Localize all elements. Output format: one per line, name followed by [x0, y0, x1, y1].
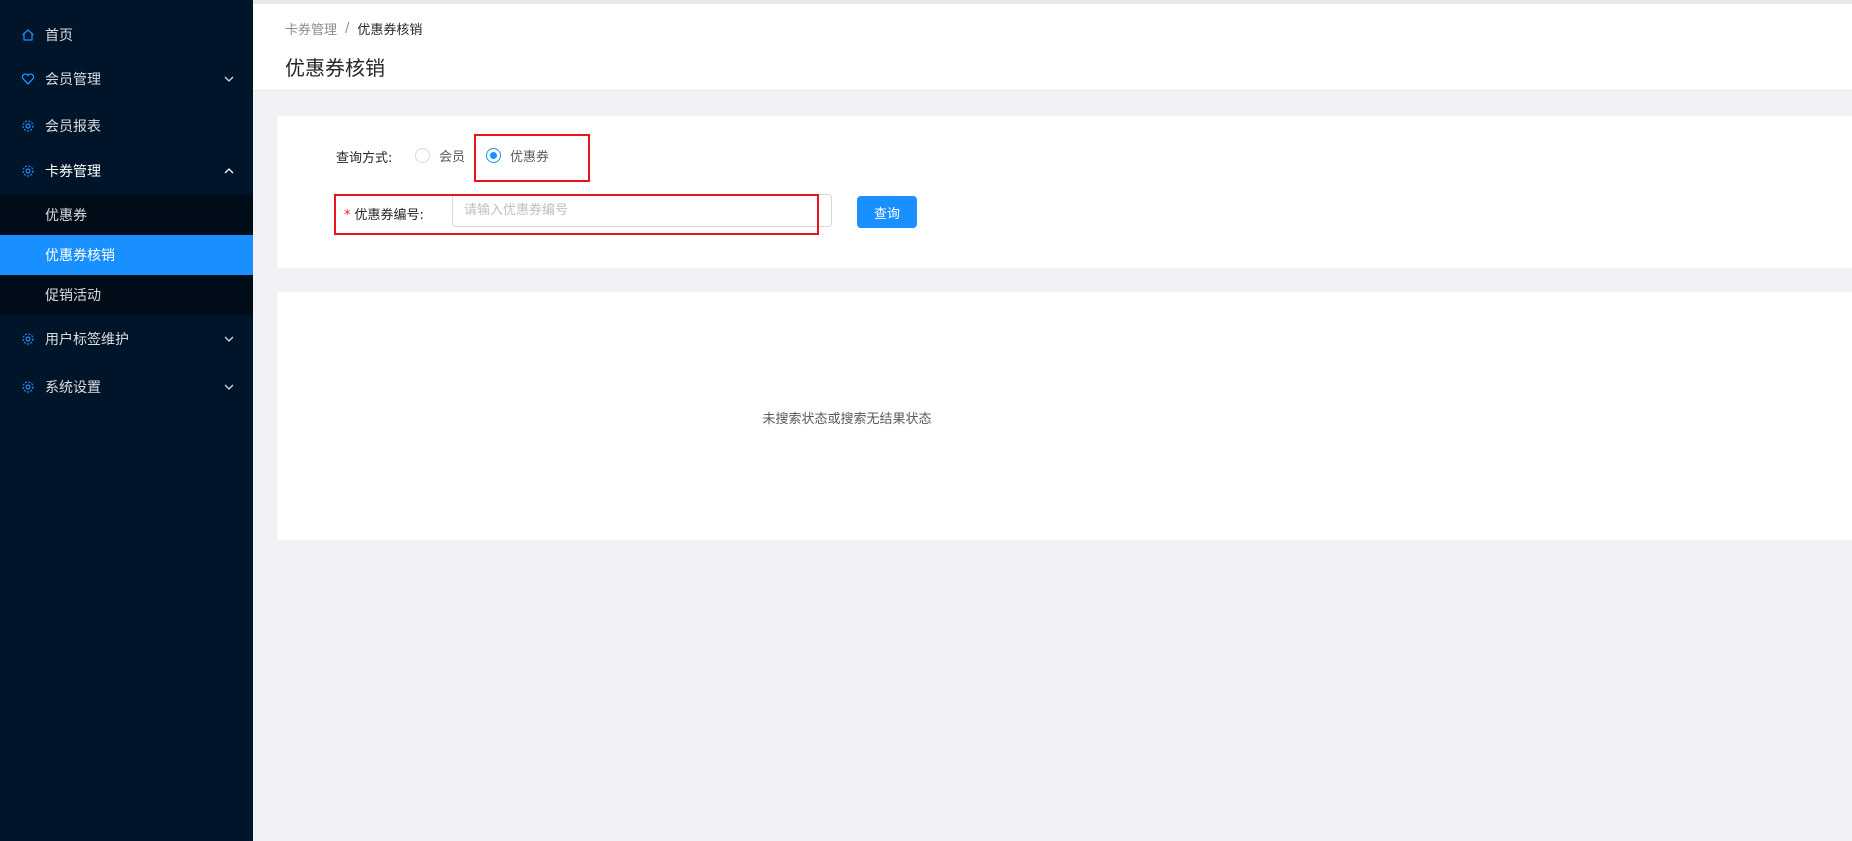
sidebar-subitem-label: 优惠券核销 — [45, 248, 115, 264]
required-mark: * — [344, 208, 351, 223]
query-button[interactable]: 查询 — [857, 196, 917, 228]
radio-member[interactable]: 会员 — [415, 146, 465, 165]
sidebar-subitem-promotion[interactable]: 促销活动 — [0, 275, 253, 315]
empty-state-text: 未搜索状态或搜索无结果状态 — [277, 408, 1852, 427]
sidebar-item-label: 用户标签维护 — [45, 332, 129, 348]
query-form-card — [277, 116, 1852, 268]
sidebar-subitem-coupon[interactable]: 优惠券 — [0, 195, 253, 235]
sidebar-item-user-tags[interactable]: 用户标签维护 — [0, 317, 253, 361]
coupon-number-label-text: 优惠券编号: — [354, 208, 424, 223]
coupon-number-label: * 优惠券编号: — [344, 204, 424, 223]
sidebar-subitem-label: 促销活动 — [45, 288, 101, 304]
chevron-up-icon — [223, 165, 235, 177]
sidebar-item-label: 首页 — [45, 28, 73, 44]
gear-icon — [21, 119, 35, 133]
sidebar-item-coupon-management[interactable]: 卡券管理 — [0, 149, 253, 193]
sidebar-subitem-coupon-redeem[interactable]: 优惠券核销 — [0, 235, 253, 275]
chevron-down-icon — [223, 73, 235, 85]
page-title: 优惠券核销 — [285, 56, 385, 80]
sidebar-item-home[interactable]: 首页 — [0, 13, 253, 57]
home-icon — [21, 28, 35, 42]
heart-icon — [21, 72, 35, 86]
sidebar-item-system-settings[interactable]: 系统设置 — [0, 365, 253, 409]
breadcrumb-separator: / — [345, 21, 350, 36]
gear-icon — [21, 380, 35, 394]
sidebar-item-label: 卡券管理 — [45, 164, 101, 180]
breadcrumb: 卡券管理 / 优惠券核销 — [285, 19, 422, 38]
coupon-number-input[interactable] — [452, 194, 832, 227]
sidebar-item-label: 会员报表 — [45, 119, 101, 135]
empty-state-message: 未搜索状态或搜索无结果状态 — [762, 412, 932, 427]
breadcrumb-parent[interactable]: 卡券管理 — [285, 19, 337, 38]
radio-circle-checked[interactable] — [486, 148, 501, 163]
sidebar-item-label: 系统设置 — [45, 380, 101, 396]
radio-coupon-label: 优惠券 — [510, 150, 550, 165]
page-header: 卡券管理 / 优惠券核销 优惠券核销 — [253, 4, 1852, 91]
radio-coupon[interactable]: 优惠券 — [486, 146, 549, 165]
query-method-label: 查询方式: — [336, 151, 393, 166]
chevron-down-icon — [223, 333, 235, 345]
gear-icon — [21, 164, 35, 178]
chevron-down-icon — [223, 381, 235, 393]
sidebar-item-label: 会员管理 — [45, 72, 101, 88]
result-card: 未搜索状态或搜索无结果状态 — [277, 292, 1852, 540]
breadcrumb-current: 优惠券核销 — [357, 23, 423, 38]
sidebar: 首页 会员管理 会员报表 卡券管理 优惠券 优惠券核销 促销活动 用户标签维护 … — [0, 0, 253, 841]
sidebar-item-member-management[interactable]: 会员管理 — [0, 57, 253, 101]
radio-member-label: 会员 — [439, 150, 466, 165]
gear-icon — [21, 332, 35, 346]
sidebar-subitem-label: 优惠券 — [45, 208, 87, 224]
sidebar-item-member-report[interactable]: 会员报表 — [0, 104, 253, 148]
radio-circle[interactable] — [415, 148, 430, 163]
